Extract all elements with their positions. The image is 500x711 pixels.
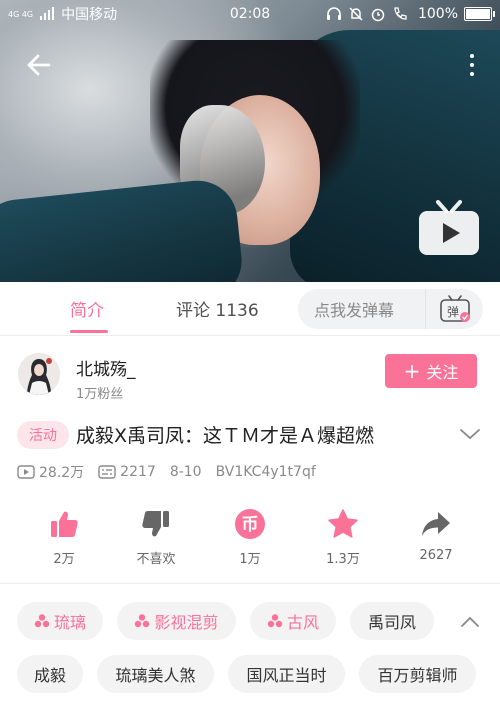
tag-label: 成毅: [33, 666, 66, 685]
share-count: 2627: [419, 548, 453, 563]
dislike-label: 不喜欢: [136, 552, 176, 567]
tag-channel[interactable]: 琉璃: [17, 602, 103, 640]
video-frame-sleeve: [0, 176, 246, 282]
publish-date: 8-10: [169, 464, 202, 480]
alarm-icon: [371, 8, 385, 22]
tv-play-icon: [419, 200, 479, 255]
danmaku-icon: 弹: [439, 295, 470, 322]
avatar-image: [18, 353, 60, 395]
thumb-down-icon: [142, 511, 169, 537]
plus-icon: +: [403, 359, 421, 383]
tag-label: 影视混剪: [154, 613, 219, 632]
share-button[interactable]: 2627: [396, 508, 476, 563]
uploader-avatar[interactable]: [18, 353, 60, 395]
coin-button[interactable]: 币 1万: [210, 508, 290, 567]
tag-label: 琉璃: [53, 613, 86, 632]
battery-icon: [464, 7, 495, 21]
svg-text:币: 币: [242, 515, 259, 535]
like-count: 2万: [53, 552, 75, 567]
tab-active-indicator: [70, 330, 108, 333]
danmaku-count-icon: [98, 465, 116, 479]
tag-channel[interactable]: 影视混剪: [117, 602, 236, 640]
coin-icon: 币: [235, 509, 265, 539]
like-button[interactable]: 2万: [24, 508, 104, 567]
tag-label: 国风正当时: [246, 666, 327, 685]
tag-label: 禹司凤: [367, 613, 416, 632]
tag[interactable]: 成毅: [17, 655, 83, 693]
view-count: 28.2万: [39, 465, 85, 481]
carrier-name: 中国移动: [61, 7, 118, 23]
favorite-button[interactable]: 1.3万: [303, 508, 383, 567]
tab-intro[interactable]: 简介: [70, 296, 104, 321]
chevron-down-icon: [460, 429, 480, 440]
follow-label: 关注: [426, 363, 459, 382]
tag-label: 琉璃美人煞: [115, 666, 196, 685]
danmaku-input[interactable]: 点我发弹幕 弹: [298, 289, 483, 329]
play-count-icon: [17, 465, 35, 479]
network-indicator: 4G 4G: [8, 9, 34, 19]
more-options-button[interactable]: [460, 48, 484, 82]
uploader-fans: 1万粉丝: [76, 387, 124, 402]
share-icon: [422, 512, 450, 536]
expand-description-button[interactable]: [458, 424, 482, 444]
back-button[interactable]: [22, 48, 56, 82]
activity-badge[interactable]: 活动: [17, 421, 69, 449]
danmaku-placeholder: 点我发弹幕: [314, 301, 395, 320]
channel-icon: [135, 614, 150, 628]
headset-icon: [326, 7, 341, 20]
coin-count: 1万: [239, 552, 261, 567]
signal-icon: [40, 7, 55, 20]
video-title[interactable]: 成毅X禹司凤：这ＴＭ才是Ａ爆超燃: [76, 421, 446, 448]
tag[interactable]: 国风正当时: [228, 655, 345, 693]
dislike-button[interactable]: 不喜欢: [116, 508, 196, 567]
thumb-up-icon: [51, 511, 78, 537]
chevron-up-icon: [461, 616, 479, 627]
action-bar: 2万 不喜欢 币 1万 1.3万 2627: [0, 508, 500, 572]
channel-icon: [267, 614, 283, 628]
channel-icon: [34, 614, 50, 628]
tag[interactable]: 禹司凤: [350, 602, 434, 640]
tag[interactable]: 琉璃美人煞: [97, 655, 214, 693]
more-vertical-icon: [470, 54, 474, 58]
tab-comments[interactable]: 评论 1136: [176, 296, 259, 321]
uploader-name[interactable]: 北城殇_: [76, 355, 136, 380]
bvid: BV1KC4y1t7qf: [215, 464, 316, 480]
tag-channel[interactable]: 古风: [250, 602, 336, 640]
mute-bell-icon: [349, 7, 363, 21]
arrow-left-icon: [27, 54, 51, 76]
section-divider: [0, 583, 500, 584]
collapse-tags-button[interactable]: [458, 612, 482, 632]
favorite-count: 1.3万: [326, 552, 360, 567]
danmaku-toggle-button[interactable]: 弹: [425, 289, 483, 329]
video-player[interactable]: 4G 4G 中国移动 02:08 100%: [0, 0, 500, 282]
tag[interactable]: 百万剪辑师: [359, 655, 476, 693]
svg-text:弹: 弹: [446, 305, 458, 319]
video-stats: 28.2万 2217 8-10 BV1KC4y1t7qf: [17, 462, 330, 482]
star-icon: [328, 509, 358, 538]
status-bar: 4G 4G 中国移动 02:08 100%: [0, 0, 500, 28]
tag-label: 古风: [286, 613, 319, 632]
tag-label: 百万剪辑师: [377, 666, 458, 685]
danmaku-count: 2217: [120, 464, 156, 480]
tab-bar: 简介 评论 1136 点我发弹幕 弹: [0, 282, 500, 336]
battery-text: 100%: [417, 6, 458, 22]
play-button[interactable]: [416, 198, 482, 260]
follow-button[interactable]: + 关注: [385, 354, 477, 388]
volte-call-icon: [394, 7, 407, 20]
